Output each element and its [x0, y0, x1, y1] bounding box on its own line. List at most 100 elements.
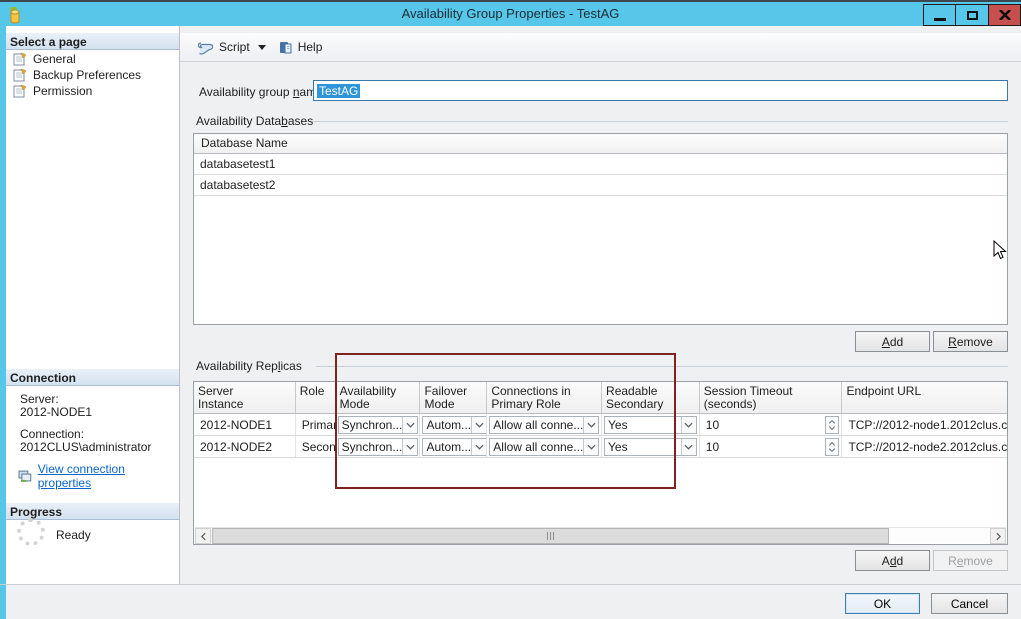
column-header-server-instance: ServerInstance: [194, 382, 296, 413]
footer-divider: [0, 584, 1021, 585]
group-divider: [316, 366, 1008, 367]
databases-add-button[interactable]: Add: [855, 331, 930, 352]
close-button[interactable]: [989, 4, 1021, 26]
availability-mode-cell: Synchron...: [336, 414, 421, 435]
table-row[interactable]: 2012-NODE1 Primary Synchron... Autom... …: [194, 414, 1007, 436]
titlebar: Availability Group Properties - TestAG: [0, 0, 1021, 26]
connection-label: Connection:: [20, 427, 84, 441]
script-icon: [197, 40, 214, 55]
main-panel: Script Help Availability group name: Tes…: [180, 26, 1021, 619]
session-timeout-stepper[interactable]: [825, 438, 839, 456]
databases-remove-button[interactable]: Remove: [933, 331, 1008, 352]
availability-mode-select[interactable]: Synchron...: [338, 416, 419, 434]
sidebar-item-label: Backup Preferences: [33, 68, 141, 82]
selected-text: TestAG: [317, 84, 360, 98]
group-divider: [312, 121, 1008, 122]
help-label: Help: [298, 40, 323, 54]
scroll-left-button[interactable]: [195, 528, 211, 544]
server-instance-cell: 2012-NODE2: [194, 436, 296, 457]
sidebar-item-label: Permission: [33, 84, 92, 98]
chevron-up-icon: [828, 442, 836, 446]
connection-header: Connection: [6, 369, 179, 386]
ok-button[interactable]: OK: [845, 593, 920, 614]
view-connection-properties-link[interactable]: View connection properties: [18, 462, 179, 490]
help-icon: [278, 40, 293, 55]
session-timeout-stepper[interactable]: [825, 416, 839, 434]
page-icon: [13, 68, 27, 82]
connection-value: 2012CLUS\administrator: [20, 440, 151, 454]
progress-status: Ready: [56, 528, 91, 542]
scrollbar-thumb[interactable]: [212, 528, 889, 544]
readable-secondary-select[interactable]: Yes: [604, 416, 697, 434]
role-cell: Primary: [296, 414, 336, 435]
table-row[interactable]: databasetest2: [194, 175, 1007, 196]
replicas-header-row: ServerInstance Role AvailabilityMode Fai…: [194, 382, 1007, 414]
chevron-down-icon[interactable]: [583, 417, 598, 433]
page-icon: [13, 84, 27, 98]
chevron-down-icon[interactable]: [402, 417, 417, 433]
readable-secondary-select[interactable]: Yes: [604, 438, 697, 456]
chevron-down-icon[interactable]: [681, 417, 696, 433]
chevron-down-icon[interactable]: [583, 439, 598, 455]
table-row[interactable]: 2012-NODE2 Secon... Synchron... Autom...…: [194, 436, 1007, 458]
sidebar-item-permission[interactable]: Permission: [6, 83, 179, 99]
connections-primary-role-select[interactable]: Allow all conne...: [489, 438, 599, 456]
endpoint-url-cell: TCP://2012-node1.2012clus.com: [842, 414, 1007, 435]
chevron-down-icon: [828, 448, 836, 452]
connections-cell: Allow all conne...: [487, 436, 602, 457]
chevron-down-icon[interactable]: [681, 439, 696, 455]
availability-replicas-grid: ServerInstance Role AvailabilityMode Fai…: [193, 381, 1008, 545]
window-title: Availability Group Properties - TestAG: [0, 6, 1021, 21]
chevron-down-icon[interactable]: [402, 439, 417, 455]
scroll-right-button[interactable]: [990, 528, 1006, 544]
chevron-down-icon[interactable]: [471, 417, 486, 433]
readable-secondary-cell: Yes: [602, 414, 700, 435]
minimize-button[interactable]: [923, 4, 956, 26]
chevron-right-icon: [996, 532, 1001, 541]
connection-properties-icon: [18, 470, 33, 483]
replicas-remove-button[interactable]: Remove: [933, 550, 1008, 571]
chevron-down-icon[interactable]: [471, 439, 486, 455]
progress-spinner-icon: [17, 518, 45, 546]
select-page-header: Select a page: [6, 33, 179, 50]
sidebar-item-general[interactable]: General: [6, 51, 179, 67]
availability-databases-grid: Database Name databasetest1 databasetest…: [193, 133, 1008, 325]
page-icon: [13, 52, 27, 66]
sidebar: Select a page General Backup Preferences…: [6, 26, 180, 584]
close-icon: [999, 10, 1011, 20]
server-instance-cell: 2012-NODE1: [194, 414, 296, 435]
availability-databases-label: Availability Databases: [196, 114, 313, 128]
failover-mode-select[interactable]: Autom...: [422, 416, 487, 434]
replicas-add-button[interactable]: Add: [855, 550, 930, 571]
maximize-button[interactable]: [956, 4, 989, 26]
availability-group-name-input[interactable]: TestAG: [313, 80, 1008, 101]
column-header-readable-secondary: ReadableSecondary: [602, 382, 700, 413]
help-button[interactable]: Help: [274, 38, 327, 57]
server-label: Server:: [20, 392, 59, 406]
script-dropdown-icon[interactable]: [258, 45, 266, 50]
script-label: Script: [219, 40, 250, 54]
column-header-connections: Connections inPrimary Role: [487, 382, 602, 413]
horizontal-scrollbar[interactable]: [195, 527, 1006, 543]
table-row[interactable]: databasetest1: [194, 154, 1007, 175]
cancel-button[interactable]: Cancel: [931, 593, 1008, 614]
chevron-up-icon: [828, 420, 836, 424]
availability-mode-cell: Synchron...: [336, 436, 421, 457]
availability-mode-select[interactable]: Synchron...: [338, 438, 419, 456]
failover-mode-cell: Autom...: [420, 414, 487, 435]
sidebar-item-backup-preferences[interactable]: Backup Preferences: [6, 67, 179, 83]
toolbar: Script Help: [180, 33, 1021, 62]
database-name-column-header: Database Name: [194, 134, 1007, 154]
failover-mode-select[interactable]: Autom...: [422, 438, 487, 456]
sidebar-item-label: General: [33, 52, 76, 66]
script-button[interactable]: Script: [193, 38, 270, 57]
view-connection-properties-label: View connection properties: [38, 462, 179, 490]
session-timeout-cell: 10: [700, 414, 843, 435]
session-timeout-cell: 10: [700, 436, 843, 457]
column-header-availability-mode: AvailabilityMode: [336, 382, 421, 413]
column-header-endpoint-url: Endpoint URL: [842, 382, 1007, 413]
column-header-role: Role: [296, 382, 336, 413]
connections-primary-role-select[interactable]: Allow all conne...: [489, 416, 599, 434]
column-header-session-timeout: Session Timeout(seconds): [700, 382, 843, 413]
minimize-icon: [934, 18, 946, 21]
